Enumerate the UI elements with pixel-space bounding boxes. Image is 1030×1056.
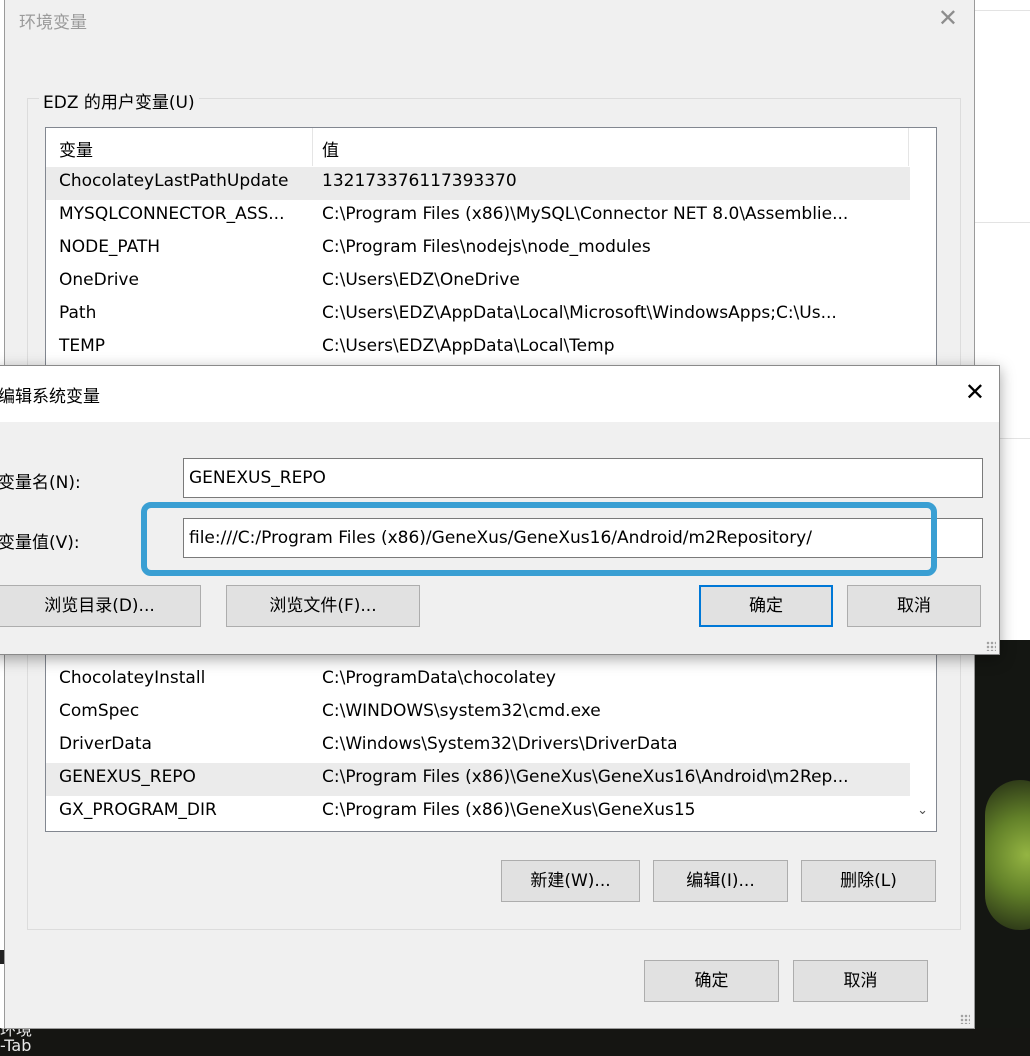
table-row[interactable]: ComSpec C:\WINDOWS\system32\cmd.exe: [46, 697, 936, 730]
variable-name: GENEXUS_REPO: [59, 767, 196, 787]
table-row[interactable]: MYSQLCONNECTOR_ASS... C:\Program Files (…: [46, 200, 936, 233]
background-label: -Tab: [0, 1036, 32, 1055]
table-row[interactable]: GENEXUS_REPO C:\Program Files (x86)\Gene…: [46, 763, 910, 796]
edit-variable-button[interactable]: 编辑(I)...: [653, 860, 788, 902]
variable-value: C:\Users\EDZ\AppData\Local\Temp: [322, 336, 615, 356]
table-row[interactable]: ChocolateyLastPathUpdate 132173376117393…: [46, 167, 910, 200]
close-icon[interactable]: ✕: [938, 4, 958, 32]
table-row[interactable]: ChocolateyInstall C:\ProgramData\chocola…: [46, 664, 936, 697]
variable-name: NODE_PATH: [59, 237, 161, 257]
column-divider[interactable]: [312, 128, 313, 166]
user-variables-list[interactable]: 变量 值 ChocolateyLastPathUpdate 1321733761…: [45, 127, 937, 377]
resize-grip-icon[interactable]: [958, 1012, 970, 1024]
close-icon[interactable]: ✕: [965, 378, 985, 406]
variable-name: TEMP: [59, 336, 106, 356]
delete-variable-button[interactable]: 删除(L): [801, 860, 936, 902]
column-header-value[interactable]: 值: [322, 136, 339, 161]
background-window-line: [975, 10, 1030, 11]
variable-value-input[interactable]: file:///C:/Program Files (x86)/GeneXus/G…: [183, 518, 983, 558]
variable-name-input[interactable]: GENEXUS_REPO: [183, 458, 983, 498]
edit-system-variable-dialog: 编辑系统变量 ✕ 变量名(N): GENEXUS_REPO 变量值(V): fi…: [0, 365, 1000, 655]
list-header: 变量 值: [46, 128, 936, 166]
variable-value: C:\Program Files (x86)\GeneXus\GeneXus16…: [322, 767, 849, 787]
column-divider[interactable]: [908, 128, 909, 166]
table-row[interactable]: OneDrive C:\Users\EDZ\OneDrive: [46, 266, 936, 299]
scroll-down-icon[interactable]: ⌄: [917, 803, 928, 818]
background-wallpaper-image: [985, 780, 1030, 930]
variable-name: ChocolateyLastPathUpdate: [59, 171, 289, 191]
dialog-cancel-button[interactable]: 取消: [847, 585, 981, 627]
system-variables-list[interactable]: ChocolateyInstall C:\ProgramData\chocola…: [45, 630, 937, 832]
resize-grip-icon[interactable]: [984, 639, 996, 651]
variable-value: 132173376117393370: [322, 171, 517, 191]
background-window-line: [975, 222, 1030, 223]
table-row[interactable]: NODE_PATH C:\Program Files\nodejs\node_m…: [46, 233, 936, 266]
variable-value: C:\Users\EDZ\AppData\Local\Microsoft\Win…: [322, 303, 837, 323]
dialog-titlebar: 编辑系统变量 ✕: [0, 366, 999, 422]
cancel-button[interactable]: 取消: [793, 960, 928, 1002]
table-row[interactable]: Path C:\Users\EDZ\AppData\Local\Microsof…: [46, 299, 936, 332]
variable-value: C:\Program Files (x86)\MySQL\Connector N…: [322, 204, 849, 224]
variable-value-label: 变量值(V):: [0, 533, 80, 553]
variable-name: Path: [59, 303, 97, 323]
column-header-variable[interactable]: 变量: [59, 136, 93, 161]
dialog-ok-button[interactable]: 确定: [699, 585, 833, 627]
variable-name: MYSQLCONNECTOR_ASS...: [59, 204, 285, 224]
table-row[interactable]: GX_PROGRAM_DIR C:\Program Files (x86)\Ge…: [46, 796, 936, 829]
variable-value: C:\ProgramData\chocolatey: [322, 668, 556, 688]
variable-value: C:\Program Files (x86)\GeneXus\GeneXus15: [322, 800, 696, 820]
user-variables-label: EDZ 的用户变量(U): [39, 88, 199, 113]
variable-value: C:\Users\EDZ\OneDrive: [322, 270, 520, 290]
dialog-title: 编辑系统变量: [0, 387, 100, 407]
variable-name: GX_PROGRAM_DIR: [59, 800, 217, 820]
window-title: 环境变量: [19, 13, 87, 33]
variable-name-label: 变量名(N):: [0, 473, 81, 493]
variable-name: ComSpec: [59, 701, 140, 721]
table-row[interactable]: DriverData C:\Windows\System32\Drivers\D…: [46, 730, 936, 763]
ok-button[interactable]: 确定: [644, 960, 779, 1002]
variable-value: C:\WINDOWS\system32\cmd.exe: [322, 701, 601, 721]
taskbar-strip: [0, 1028, 1030, 1056]
variable-value: C:\Windows\System32\Drivers\DriverData: [322, 734, 678, 754]
variable-value: C:\Program Files\nodejs\node_modules: [322, 237, 651, 257]
variable-name: DriverData: [59, 734, 152, 754]
variable-name: ChocolateyInstall: [59, 668, 206, 688]
browse-file-button[interactable]: 浏览文件(F)...: [226, 585, 420, 627]
table-row[interactable]: TEMP C:\Users\EDZ\AppData\Local\Temp: [46, 332, 936, 365]
new-variable-button[interactable]: 新建(W)...: [501, 860, 640, 902]
variable-name: OneDrive: [59, 270, 139, 290]
browse-directory-button[interactable]: 浏览目录(D)...: [0, 585, 201, 627]
